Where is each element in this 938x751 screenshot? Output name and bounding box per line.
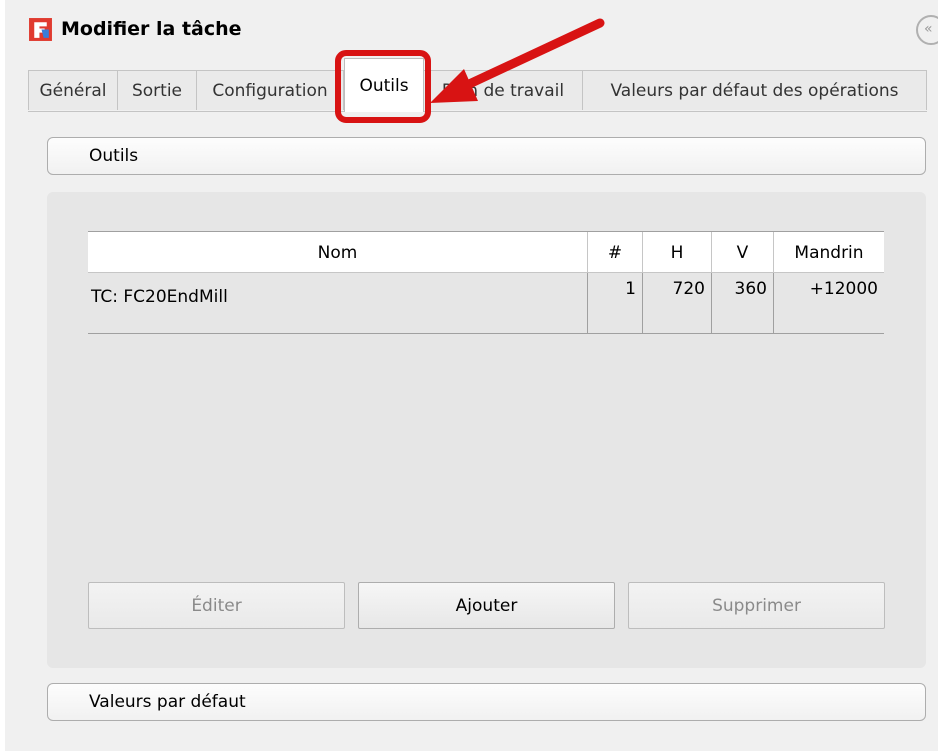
column-header-nom[interactable]: Nom	[88, 232, 587, 273]
cell-name[interactable]: TC: FC20EndMill	[88, 273, 587, 333]
column-header-label: #	[607, 242, 623, 263]
freecad-icon	[29, 17, 52, 41]
tab-configuration[interactable]: Configuration	[196, 70, 344, 110]
tab-general-label: Général	[39, 80, 107, 101]
column-header-mandrin[interactable]: Mandrin	[773, 232, 884, 273]
tab-sortie[interactable]: Sortie	[117, 70, 197, 110]
table-row[interactable]: TC: FC20EndMill 1 720 360 +12000	[88, 273, 884, 334]
column-header-v[interactable]: V	[711, 232, 773, 273]
column-header-label: V	[736, 242, 749, 263]
section-header-outils[interactable]: Outils	[47, 137, 926, 175]
column-header-label: H	[670, 242, 684, 263]
highlight-box	[335, 50, 431, 123]
section-header-outils-label: Outils	[89, 146, 139, 166]
tab-configuration-label: Configuration	[212, 80, 328, 101]
tab-sortie-label: Sortie	[131, 80, 183, 101]
add-button[interactable]: Ajouter	[358, 582, 615, 629]
column-header-h[interactable]: H	[642, 232, 711, 273]
column-header-label: Nom	[317, 242, 358, 263]
delete-button[interactable]: Supprimer	[628, 582, 885, 629]
task-title-bar: Modifier la tâche	[28, 14, 242, 44]
cell-v[interactable]: 360	[711, 273, 773, 333]
red-arrow-icon	[430, 18, 605, 103]
cell-spindle[interactable]: +12000	[773, 273, 884, 333]
column-header-label: Mandrin	[794, 242, 864, 263]
page-title: Modifier la tâche	[61, 18, 242, 40]
add-button-label: Ajouter	[455, 595, 518, 616]
delete-button-label: Supprimer	[712, 595, 801, 616]
edit-button-label: Éditer	[191, 595, 242, 616]
edit-button[interactable]: Éditer	[88, 582, 345, 629]
tab-valeurs-par-defaut-operations[interactable]: Valeurs par défaut des opérations	[582, 70, 927, 110]
tab-general[interactable]: Général	[28, 70, 118, 110]
cell-h[interactable]: 720	[642, 273, 711, 333]
tools-table[interactable]: Nom # H V Mandrin TC: FC20EndMill 1 720 …	[88, 231, 884, 336]
column-header-number[interactable]: #	[587, 232, 642, 273]
tab-valeurs-label: Valeurs par défaut des opérations	[610, 80, 899, 101]
section-header-valeurs-label: Valeurs par défaut	[89, 692, 246, 712]
table-header: Nom # H V Mandrin	[88, 231, 884, 273]
cell-number[interactable]: 1	[587, 273, 642, 333]
section-header-valeurs-par-defaut[interactable]: Valeurs par défaut	[47, 683, 926, 721]
collapse-icon[interactable]: «	[916, 15, 938, 45]
